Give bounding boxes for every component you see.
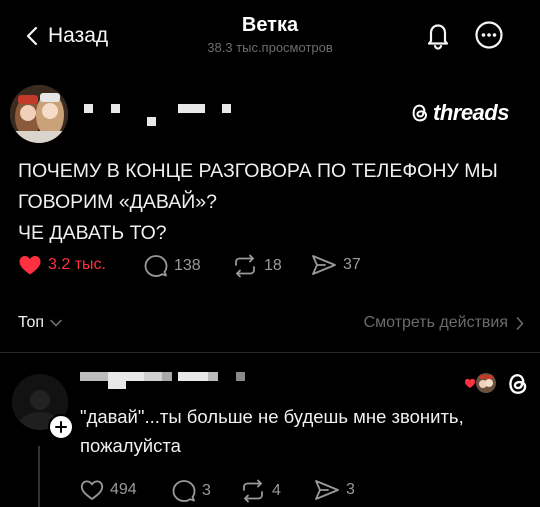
- chevron-down-icon: [50, 319, 62, 327]
- comment-bubble-icon: [172, 480, 196, 502]
- reply-reply-count: 3: [202, 482, 211, 499]
- repost-icon: [235, 254, 255, 278]
- reply-button[interactable]: 138: [144, 254, 201, 278]
- reply-count: 138: [174, 257, 201, 274]
- like-button[interactable]: 3.2 тыс.: [18, 254, 106, 276]
- chevron-right-icon: [516, 316, 524, 330]
- reply-like-count: 494: [110, 481, 137, 498]
- reply-like-button[interactable]: 494: [80, 479, 137, 501]
- reply-share-count: 3: [346, 481, 355, 498]
- share-count: 37: [343, 256, 361, 273]
- view-activity-link[interactable]: Смотреть действия: [364, 314, 524, 332]
- threads-logo-icon: [509, 374, 527, 394]
- brand-name: threads: [433, 100, 509, 125]
- like-count: 3.2 тыс.: [48, 256, 106, 273]
- more-options-button[interactable]: [474, 20, 504, 50]
- post-text-line: ПОЧЕМУ В КОНЦЕ РАЗГОВОРА ПО ТЕЛЕФОНУ МЫ: [18, 160, 498, 182]
- post-text-line: ЧЕ ДАВАТЬ ТО?: [18, 222, 167, 244]
- reply-text: "давай"...ты больше не будешь мне звонит…: [80, 402, 520, 460]
- follow-button[interactable]: [48, 414, 74, 440]
- sort-dropdown[interactable]: Топ: [18, 314, 62, 332]
- notifications-button[interactable]: [423, 20, 453, 50]
- liked-by-author-badge: [464, 372, 498, 394]
- threads-logo-button[interactable]: [506, 371, 530, 397]
- send-icon: [315, 480, 339, 500]
- section-divider: [0, 352, 540, 353]
- view-activity-label: Смотреть действия: [363, 314, 508, 331]
- comment-bubble-icon: [144, 255, 168, 277]
- reply-text-line: "давай"...ты больше не будешь мне звонит…: [80, 406, 464, 427]
- reply-reply-button[interactable]: 3: [172, 479, 211, 503]
- reply-repost-button[interactable]: 4: [240, 479, 281, 503]
- avatar-photo: [10, 85, 68, 143]
- page-title: Ветка: [241, 14, 299, 36]
- post-text-line: ГОВОРИМ «ДАВАЙ»?: [18, 191, 217, 213]
- heart-icon: [465, 378, 475, 388]
- heart-outline-icon: [80, 480, 104, 500]
- liked-by-author-avatar: [465, 373, 496, 393]
- repost-count: 18: [264, 257, 282, 274]
- share-button[interactable]: 37: [311, 254, 361, 276]
- thread-connector-line: [38, 446, 40, 507]
- repost-icon: [243, 479, 263, 503]
- threads-brand: threads: [410, 100, 509, 126]
- reply-repost-count: 4: [272, 482, 281, 499]
- heart-icon: [19, 256, 41, 275]
- bell-icon: [427, 24, 449, 50]
- threads-logo-icon: [412, 104, 428, 122]
- repost-button[interactable]: 18: [232, 254, 282, 278]
- post-text: ПОЧЕМУ В КОНЦЕ РАЗГОВОРА ПО ТЕЛЕФОНУ МЫ …: [18, 156, 518, 249]
- plus-icon: [55, 421, 67, 433]
- send-icon: [312, 255, 336, 275]
- reply-share-button[interactable]: 3: [314, 479, 355, 501]
- author-avatar[interactable]: [10, 85, 68, 143]
- more-circle-icon: [475, 21, 503, 49]
- reply-text-line: пожалуйста: [80, 435, 181, 456]
- sort-label: Топ: [18, 314, 45, 331]
- view-count: 38.3 тыс.просмотров: [207, 40, 333, 55]
